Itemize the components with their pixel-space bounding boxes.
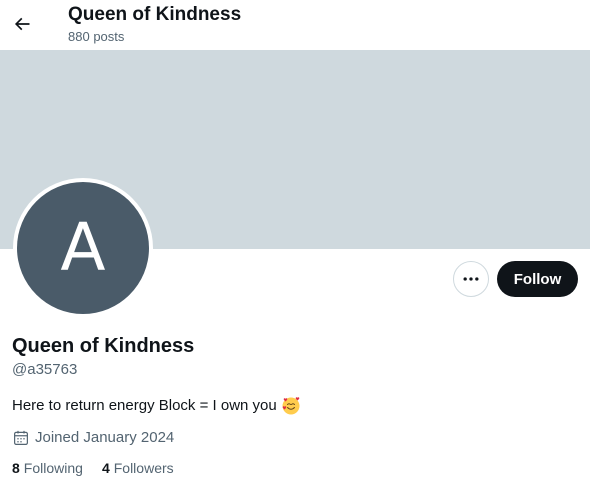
top-header: Queen of Kindness 880 posts (0, 0, 590, 50)
followers-label: Followers (113, 460, 174, 476)
display-name: Queen of Kindness (12, 335, 195, 357)
header-title: Queen of Kindness (68, 4, 242, 25)
avatar[interactable]: A (17, 182, 149, 314)
ellipsis-icon (461, 269, 481, 289)
posts-count: 880 posts (68, 29, 124, 45)
follow-stats: 8 Following 4 Followers (12, 459, 174, 477)
join-date-text: Joined January 2024 (35, 429, 175, 446)
calendar-icon (12, 429, 30, 447)
profile-page: Queen of Kindness 880 posts A Follow Que… (0, 0, 590, 487)
arrow-left-icon (12, 14, 32, 34)
join-date: Joined January 2024 (12, 428, 174, 448)
user-handle: @a35763 (12, 361, 78, 378)
smiling-face-with-hearts-icon (282, 397, 300, 415)
bio: Here to return energy Block = I own you (12, 396, 300, 416)
posts-count-number: 880 (68, 29, 90, 44)
posts-count-label: posts (93, 29, 125, 44)
following-link[interactable]: 8 Following (12, 459, 83, 477)
back-button[interactable] (6, 8, 38, 40)
following-count: 8 (12, 460, 20, 476)
followers-count: 4 (101, 460, 110, 476)
more-options-button[interactable] (453, 261, 489, 297)
avatar-initial: A (60, 209, 106, 286)
follow-button[interactable]: Follow (497, 261, 578, 297)
following-label: Following (23, 460, 83, 476)
bio-text: Here to return energy Block = I own you (12, 397, 277, 414)
followers-link[interactable]: 4 Followers (102, 459, 174, 477)
